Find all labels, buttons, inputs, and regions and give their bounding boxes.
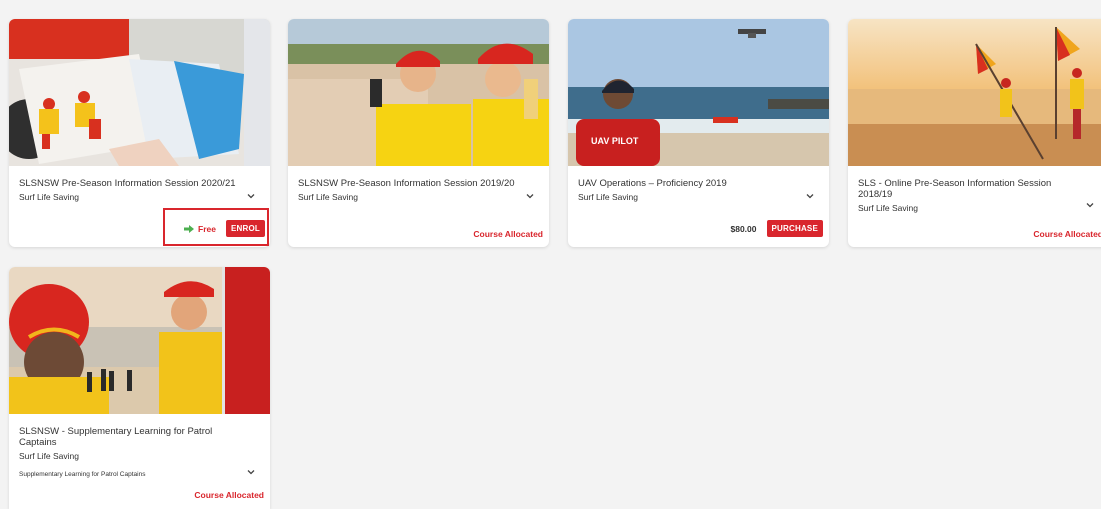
course-image [9, 19, 270, 166]
arrow-right-icon [184, 224, 195, 233]
chevron-down-icon[interactable] [246, 191, 256, 201]
course-card[interactable]: SLSNSW Pre-Season Information Session 20… [9, 19, 270, 247]
chevron-down-icon[interactable] [525, 191, 535, 201]
course-organisation: Surf Life Saving [578, 192, 639, 202]
course-card[interactable]: SLSNSW - Supplementary Learning for Patr… [9, 267, 270, 509]
course-title: SLSNSW Pre-Season Information Session 20… [298, 178, 515, 189]
course-title: SLSNSW - Supplementary Learning for Patr… [19, 426, 213, 448]
course-title: SLSNSW Pre-Season Information Session 20… [19, 178, 236, 189]
course-allocated-status: Course Allocated [1033, 229, 1101, 239]
course-allocated-status: Course Allocated [194, 490, 264, 500]
purchase-button[interactable]: PURCHASE [766, 220, 823, 237]
course-card[interactable]: UAV PILOT UAV Operations – Proficiency 2… [568, 19, 829, 247]
course-price: $80.00 [730, 223, 757, 234]
course-title: UAV Operations – Proficiency 2019 [578, 178, 727, 189]
chevron-down-icon[interactable] [1085, 200, 1095, 210]
course-card[interactable]: SLSNSW Pre-Season Information Session 20… [288, 19, 549, 247]
enrol-button[interactable]: ENROL [226, 220, 265, 237]
course-image [848, 19, 1101, 166]
course-description: Supplementary Learning for Patrol Captai… [19, 471, 146, 478]
course-organisation: Surf Life Saving [298, 192, 359, 202]
course-image [9, 267, 270, 414]
course-organisation: Surf Life Saving [858, 203, 919, 213]
course-title: SLS - Online Pre-Season Information Sess… [858, 178, 1052, 200]
course-image [288, 19, 549, 166]
free-price-label: Free [184, 224, 216, 234]
course-image: UAV PILOT [568, 19, 829, 166]
course-organisation: Surf Life Saving [19, 451, 80, 461]
course-allocated-status: Course Allocated [473, 229, 543, 239]
chevron-down-icon[interactable] [246, 467, 256, 477]
chevron-down-icon[interactable] [805, 191, 815, 201]
shirt-text: UAV PILOT [591, 136, 639, 146]
course-organisation: Surf Life Saving [19, 192, 80, 202]
course-card[interactable]: SLS - Online Pre-Season Information Sess… [848, 19, 1101, 247]
